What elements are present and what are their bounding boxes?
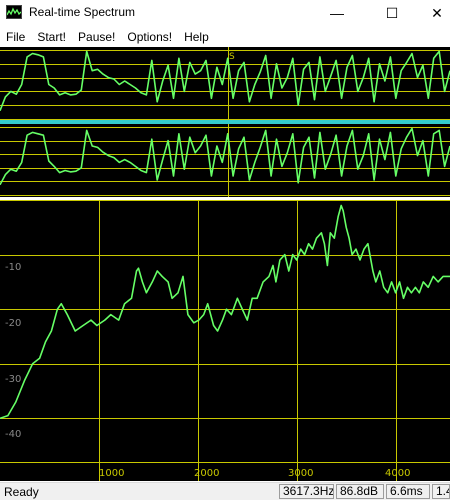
status-time: 6.6ms bbox=[386, 484, 430, 499]
status-bar: Ready 3617.3Hz 86.8dB 6.6ms 1.4 bbox=[0, 482, 450, 500]
channel-divider bbox=[0, 120, 450, 124]
spectrum-panel: 1000 2000 3000 4000 -10 -20 -30 -40 bbox=[0, 200, 450, 481]
status-text: Ready bbox=[4, 485, 39, 499]
x-tick-label: 1000 bbox=[99, 468, 124, 479]
x-tick-label: 3000 bbox=[288, 468, 313, 479]
y-tick-label: -30 bbox=[5, 374, 21, 385]
y-tick-label: -40 bbox=[5, 429, 21, 440]
menu-bar: File Start! Pause! Options! Help bbox=[0, 28, 450, 46]
x-tick-label: 4000 bbox=[385, 468, 410, 479]
minimize-button[interactable]: — bbox=[314, 0, 360, 26]
spectrum-plot: 1000 2000 3000 4000 -10 -20 -30 -40 bbox=[0, 200, 450, 481]
waveform-panel: S bbox=[0, 47, 450, 197]
waveform-plot: S bbox=[0, 47, 450, 197]
status-frequency: 3617.3Hz bbox=[279, 484, 334, 499]
maximize-button[interactable]: ☐ bbox=[369, 0, 415, 26]
y-tick-label: -10 bbox=[5, 262, 21, 273]
window-title: Real-time Spectrum bbox=[29, 5, 136, 19]
y-tick-label: -20 bbox=[5, 318, 21, 329]
close-button[interactable]: ✕ bbox=[414, 0, 450, 26]
x-tick-label: 2000 bbox=[194, 468, 219, 479]
title-bar[interactable]: Real-time Spectrum — ☐ ✕ bbox=[0, 0, 450, 26]
waveform-trace-channel-1 bbox=[0, 50, 450, 111]
menu-start[interactable]: Start! bbox=[31, 30, 72, 44]
menu-pause[interactable]: Pause! bbox=[72, 30, 121, 44]
waveform-marker-label: S bbox=[229, 52, 235, 62]
menu-options[interactable]: Options! bbox=[121, 30, 178, 44]
spectrum-trace bbox=[0, 204, 450, 420]
app-spectrum-icon bbox=[6, 5, 22, 19]
status-extra: 1.4 bbox=[432, 484, 450, 499]
menu-file[interactable]: File bbox=[0, 30, 31, 44]
waveform-trace-channel-2 bbox=[0, 127, 450, 186]
menu-help[interactable]: Help bbox=[178, 30, 215, 44]
status-level: 86.8dB bbox=[336, 484, 384, 499]
